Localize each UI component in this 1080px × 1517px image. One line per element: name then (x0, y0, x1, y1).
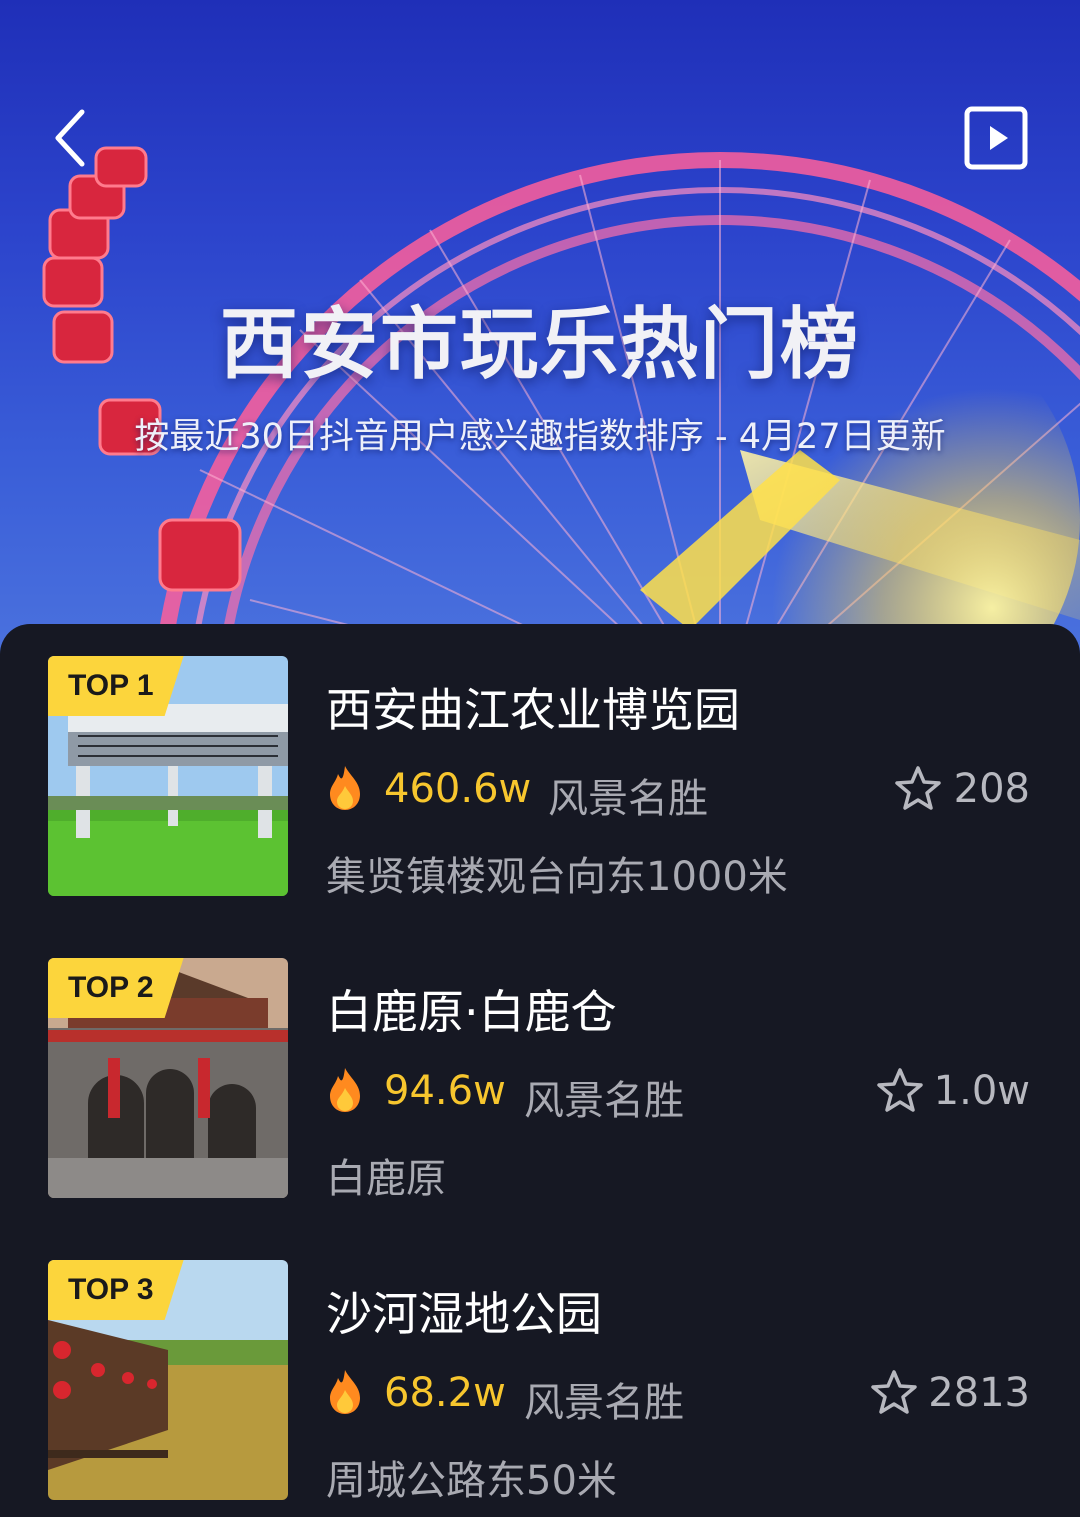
category-label: 风景名胜 (524, 1078, 684, 1124)
page-subtitle: 按最近30日抖音用户感兴趣指数排序 - 4月27日更新 (134, 417, 946, 457)
ranking-list: TOP 1 西安曲江农业博览园 460.6w 风景名胜 208 集贤镇楼观台向东… (0, 624, 1080, 1517)
attraction-thumbnail: TOP 3 (48, 1260, 288, 1500)
favorites-count: 2813 (928, 1370, 1030, 1416)
fire-icon (330, 1370, 360, 1414)
rank-badge: TOP 1 (48, 656, 184, 716)
heat-index: 68.2w (384, 1370, 506, 1416)
heat-index: 460.6w (384, 766, 532, 812)
star-outline-icon[interactable] (870, 1368, 918, 1416)
ranking-item-2[interactable]: TOP 2 白鹿原·白鹿仓 94.6w 风景名胜 1.0w 白鹿原 (0, 958, 1080, 1208)
back-button[interactable] (44, 100, 114, 176)
chevron-left-icon (55, 109, 85, 167)
play-video-button[interactable] (964, 106, 1028, 170)
fire-icon (330, 766, 360, 810)
attraction-name: 沙河湿地公园 (326, 1287, 602, 1341)
favorites-count: 208 (953, 766, 1030, 812)
attraction-address: 周城公路东50米 (326, 1458, 617, 1504)
play-square-icon (964, 106, 1028, 170)
attraction-thumbnail: TOP 2 (48, 958, 288, 1198)
ranking-item-3[interactable]: TOP 3 沙河湿地公园 68.2w 风景名胜 2813 周城公路东50米 (0, 1260, 1080, 1510)
rank-badge: TOP 3 (48, 1260, 184, 1320)
page-title: 西安市玩乐热门榜 (219, 300, 860, 390)
hero-banner: 西安市玩乐热门榜 按最近30日抖音用户感兴趣指数排序 - 4月27日更新 (0, 0, 1080, 660)
favorites-count: 1.0w (933, 1068, 1030, 1114)
attraction-address: 集贤镇楼观台向东1000米 (326, 854, 788, 900)
rank-badge: TOP 2 (48, 958, 184, 1018)
category-label: 风景名胜 (524, 1380, 684, 1426)
ranking-item-1[interactable]: TOP 1 西安曲江农业博览园 460.6w 风景名胜 208 集贤镇楼观台向东… (0, 656, 1080, 906)
attraction-thumbnail: TOP 1 (48, 656, 288, 896)
star-outline-icon[interactable] (876, 1066, 924, 1114)
category-label: 风景名胜 (548, 776, 708, 822)
attraction-address: 白鹿原 (326, 1156, 446, 1202)
fire-icon (330, 1068, 360, 1112)
attraction-name: 白鹿原·白鹿仓 (326, 985, 617, 1039)
heat-index: 94.6w (384, 1068, 506, 1114)
attraction-name: 西安曲江农业博览园 (326, 683, 740, 737)
